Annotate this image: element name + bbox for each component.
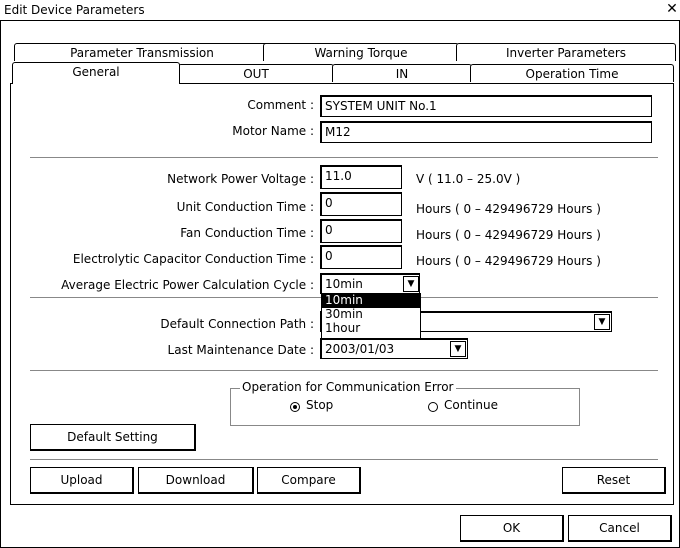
chevron-down-icon[interactable]: ▼ (450, 341, 466, 357)
tab-operation-time[interactable]: Operation Time (470, 64, 674, 82)
cap-time-unit: Hours ( 0 – 429496729 Hours ) (416, 254, 601, 268)
tab-warning-torque[interactable]: Warning Torque (263, 43, 459, 61)
fan-time-unit: Hours ( 0 – 429496729 Hours ) (416, 228, 601, 242)
separator (30, 370, 658, 372)
cap-time-label: Electrolytic Capacitor Conduction Time : (72, 252, 314, 266)
radio-stop-label: Stop (306, 398, 334, 412)
tab-inverter-parameters[interactable]: Inverter Parameters (456, 43, 676, 61)
chevron-down-icon[interactable]: ▼ (403, 276, 419, 292)
comment-field[interactable]: SYSTEM UNIT No.1 (320, 95, 652, 117)
default-setting-button[interactable]: Default Setting (30, 424, 196, 451)
ok-button[interactable]: OK (460, 515, 564, 542)
tab-in[interactable]: IN (332, 64, 472, 82)
tab-out[interactable]: OUT (178, 64, 334, 82)
maint-label: Last Maintenance Date : (167, 343, 314, 357)
cap-time-field[interactable]: 0 (320, 245, 402, 269)
dropdown-option[interactable]: 30min (323, 308, 365, 321)
motor-name-field[interactable]: M12 (320, 121, 652, 143)
radio-stop[interactable] (290, 402, 300, 412)
comment-label: Comment : (247, 98, 314, 112)
radio-continue-label: Continue (444, 398, 498, 412)
separator (30, 459, 658, 461)
unit-time-field[interactable]: 0 (320, 192, 402, 216)
motor-name-label: Motor Name : (232, 124, 314, 138)
active-tab-joint (13, 83, 179, 85)
window-title: Edit Device Parameters (4, 3, 145, 17)
unit-time-label: Unit Conduction Time : (176, 200, 314, 214)
tab-general[interactable]: General (12, 62, 180, 84)
download-button[interactable]: Download (138, 467, 254, 494)
unit-time-unit: Hours ( 0 – 429496729 Hours ) (416, 202, 601, 216)
tab-parameter-transmission[interactable]: Parameter Transmission (14, 43, 270, 61)
upload-button[interactable]: Upload (30, 467, 134, 494)
path-label: Default Connection Path : (160, 317, 314, 331)
dropdown-option[interactable]: 10min (323, 294, 365, 307)
reset-button[interactable]: Reset (562, 467, 666, 494)
voltage-unit: V ( 11.0 – 25.0V ) (416, 172, 521, 186)
separator (30, 157, 658, 159)
cycle-label: Average Electric Power Calculation Cycle… (61, 278, 314, 292)
voltage-field[interactable]: 11.0 (320, 165, 402, 189)
dropdown-option[interactable]: 1hour (323, 322, 362, 335)
close-icon[interactable]: ✕ (664, 1, 680, 17)
cancel-button[interactable]: Cancel (568, 515, 672, 542)
chevron-down-icon[interactable]: ▼ (594, 314, 610, 330)
maint-date-field[interactable]: 2003/01/03 (320, 338, 468, 359)
comm-error-title: Operation for Communication Error (240, 380, 456, 394)
compare-button[interactable]: Compare (257, 467, 361, 494)
fan-time-field[interactable]: 0 (320, 219, 402, 243)
radio-continue[interactable] (428, 402, 438, 412)
fan-time-label: Fan Conduction Time : (180, 226, 314, 240)
voltage-label: Network Power Voltage : (167, 172, 314, 186)
